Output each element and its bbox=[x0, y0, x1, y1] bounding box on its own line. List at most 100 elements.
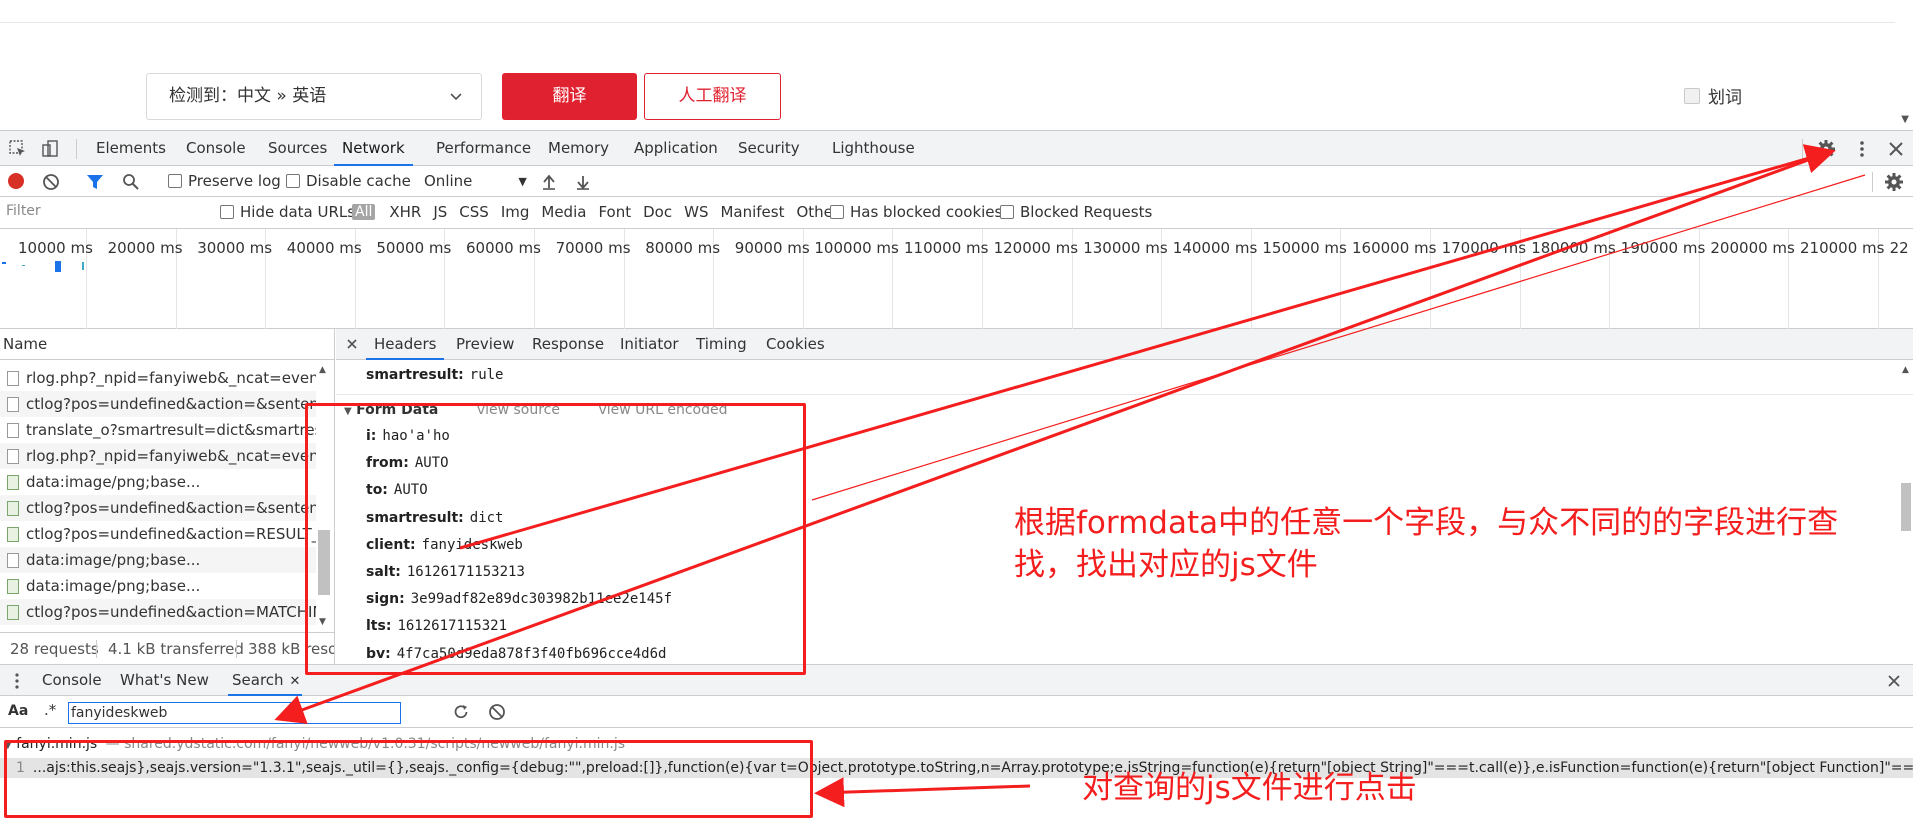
record-button[interactable] bbox=[8, 173, 24, 189]
tab-cookies[interactable]: Cookies bbox=[766, 329, 825, 360]
name-column-header[interactable]: Name bbox=[0, 329, 334, 360]
filter-placeholder: Filter bbox=[6, 203, 41, 219]
tab-elements[interactable]: Elements bbox=[96, 131, 166, 166]
huaci-checkbox[interactable] bbox=[1684, 87, 1700, 104]
request-row[interactable]: data:image/png;base... bbox=[0, 469, 316, 495]
clear-icon[interactable] bbox=[42, 173, 60, 191]
tab-network[interactable]: Network bbox=[334, 131, 413, 166]
timeline-tick-label: 180000 ms bbox=[1531, 239, 1616, 257]
device-toolbar-icon[interactable] bbox=[40, 139, 60, 159]
disable-cache-checkbox[interactable] bbox=[286, 174, 300, 188]
image-file-icon bbox=[7, 475, 19, 490]
tab-performance[interactable]: Performance bbox=[436, 131, 531, 166]
filter-type-media[interactable]: Media bbox=[541, 203, 586, 221]
timeline-tick-label: 120000 ms bbox=[993, 239, 1079, 257]
divider bbox=[96, 640, 97, 658]
hide-data-urls-toggle[interactable]: Hide data URLs bbox=[220, 203, 355, 221]
network-overview-timeline[interactable]: 10000 ms 20000 ms 30000 ms 40000 ms 50000 ms… bbox=[0, 229, 1913, 329]
refresh-icon[interactable] bbox=[452, 703, 470, 721]
scroll-up-icon[interactable]: ▲ bbox=[319, 365, 326, 375]
regex-toggle[interactable]: .* bbox=[44, 701, 56, 719]
filter-type-css[interactable]: CSS bbox=[459, 203, 489, 221]
filter-type-doc[interactable]: Doc bbox=[643, 203, 672, 221]
query-param-smartresult: smartresult: rule bbox=[366, 367, 503, 383]
request-name: data:image/png;base... bbox=[26, 551, 201, 569]
tab-preview[interactable]: Preview bbox=[456, 329, 514, 360]
tab-headers[interactable]: Headers bbox=[366, 329, 445, 360]
request-row[interactable]: rlog.php?_npid=fanyiweb&_ncat=event&_n bbox=[0, 443, 316, 469]
close-details-icon[interactable] bbox=[346, 338, 358, 350]
request-row[interactable]: ctlog?pos=undefined&action=&sentence_n bbox=[0, 391, 316, 417]
network-toolbar: Preserve log Disable cache Online ▼ bbox=[0, 166, 1913, 197]
filter-type-manifest[interactable]: Manifest bbox=[720, 203, 784, 221]
request-row[interactable]: ctlog?pos=undefined&action=RESULT_DICT bbox=[0, 521, 316, 547]
has-blocked-cookies-toggle[interactable]: Has blocked cookies bbox=[830, 203, 1002, 221]
tab-response[interactable]: Response bbox=[532, 329, 604, 360]
request-name: ctlog?pos=undefined&action=&sentence_n bbox=[26, 395, 316, 413]
tab-initiator[interactable]: Initiator bbox=[620, 329, 679, 360]
scrollbar-thumb[interactable] bbox=[1901, 483, 1911, 531]
export-icon[interactable] bbox=[574, 173, 592, 191]
filter-input[interactable]: Filter bbox=[0, 197, 208, 228]
tab-timing[interactable]: Timing bbox=[696, 329, 747, 360]
devtools-panel: Elements Console Sources Network Perform… bbox=[0, 131, 1913, 826]
drawer-tab-search[interactable]: Search ✕ bbox=[228, 665, 302, 696]
close-tab-icon[interactable]: ✕ bbox=[290, 674, 301, 689]
search-icon[interactable] bbox=[122, 173, 140, 191]
huaci-toggle[interactable]: 划词 bbox=[1684, 83, 1742, 108]
drawer-tab-whats-new[interactable]: What's New bbox=[120, 665, 209, 696]
filter-type-img[interactable]: Img bbox=[501, 203, 530, 221]
preserve-log-toggle[interactable]: Preserve log bbox=[168, 172, 281, 190]
filter-type-ws[interactable]: WS bbox=[684, 203, 708, 221]
blocked-requests-toggle[interactable]: Blocked Requests bbox=[1000, 203, 1152, 221]
filter-type-js[interactable]: JS bbox=[433, 203, 447, 221]
annotation-text-click-js: 对查询的js文件进行点击 bbox=[1082, 770, 1417, 806]
clear-search-icon[interactable] bbox=[488, 703, 506, 721]
import-icon[interactable] bbox=[540, 173, 558, 191]
close-icon[interactable] bbox=[1886, 139, 1906, 159]
timeline-tick-label: 110000 ms bbox=[904, 239, 989, 257]
request-row[interactable]: data:image/png;base... bbox=[0, 547, 316, 573]
search-toolbar: Aa .* bbox=[0, 696, 1913, 728]
timeline-request-mark bbox=[82, 262, 84, 270]
has-blocked-cookies-checkbox[interactable] bbox=[830, 205, 844, 219]
filter-type-font[interactable]: Font bbox=[598, 203, 631, 221]
tab-security[interactable]: Security bbox=[738, 131, 800, 166]
blocked-requests-checkbox[interactable] bbox=[1000, 205, 1014, 219]
filter-icon[interactable] bbox=[86, 173, 104, 191]
disable-cache-toggle[interactable]: Disable cache bbox=[286, 172, 411, 190]
match-case-toggle[interactable]: Aa bbox=[8, 703, 28, 719]
filter-type-xhr[interactable]: XHR bbox=[389, 203, 421, 221]
gear-icon[interactable] bbox=[1816, 139, 1836, 159]
translate-button[interactable]: 翻译 bbox=[502, 73, 637, 120]
drawer-menu-icon[interactable] bbox=[10, 672, 24, 690]
human-translate-button[interactable]: 人工翻译 bbox=[644, 73, 781, 120]
hide-data-urls-checkbox[interactable] bbox=[220, 205, 234, 219]
preserve-log-checkbox[interactable] bbox=[168, 174, 182, 188]
request-row[interactable]: data:image/png;base... bbox=[0, 573, 316, 599]
tab-memory[interactable]: Memory bbox=[548, 131, 609, 166]
document-file-icon bbox=[7, 423, 19, 438]
language-select[interactable]: 检测到：中文 » 英语 bbox=[146, 73, 482, 120]
scroll-down-icon[interactable]: ▼ bbox=[1901, 114, 1909, 125]
tab-lighthouse[interactable]: Lighthouse bbox=[832, 131, 915, 166]
request-row[interactable]: ctlog?pos=undefined&action=&sentence_n bbox=[0, 495, 316, 521]
tab-application[interactable]: Application bbox=[634, 131, 718, 166]
details-scrollbar[interactable]: ▲ bbox=[1899, 365, 1913, 664]
inspect-element-icon[interactable] bbox=[8, 139, 28, 159]
more-vertical-icon[interactable] bbox=[1852, 139, 1872, 159]
scroll-up-icon[interactable]: ▲ bbox=[1902, 365, 1909, 375]
request-row[interactable]: ctlog?pos=undefined&action=MATCHING_ bbox=[0, 599, 316, 625]
request-row[interactable]: translate_o?smartresult=dict&smartresult… bbox=[0, 417, 316, 443]
drawer-tab-console[interactable]: Console bbox=[42, 665, 102, 696]
search-input[interactable] bbox=[68, 702, 401, 724]
tab-sources[interactable]: Sources bbox=[268, 131, 327, 166]
request-row[interactable]: rlog.php?_npid=fanyiweb&_ncat=event&_n bbox=[0, 365, 316, 391]
network-settings-gear-icon[interactable] bbox=[1884, 172, 1904, 192]
throttle-select[interactable]: Online ▼ bbox=[424, 172, 527, 190]
param-value: rule bbox=[469, 367, 504, 383]
close-drawer-icon[interactable] bbox=[1886, 673, 1902, 689]
tab-console[interactable]: Console bbox=[186, 131, 246, 166]
filter-type-all[interactable]: All bbox=[352, 204, 376, 220]
timeline-tick-label: 170000 ms bbox=[1441, 239, 1527, 257]
